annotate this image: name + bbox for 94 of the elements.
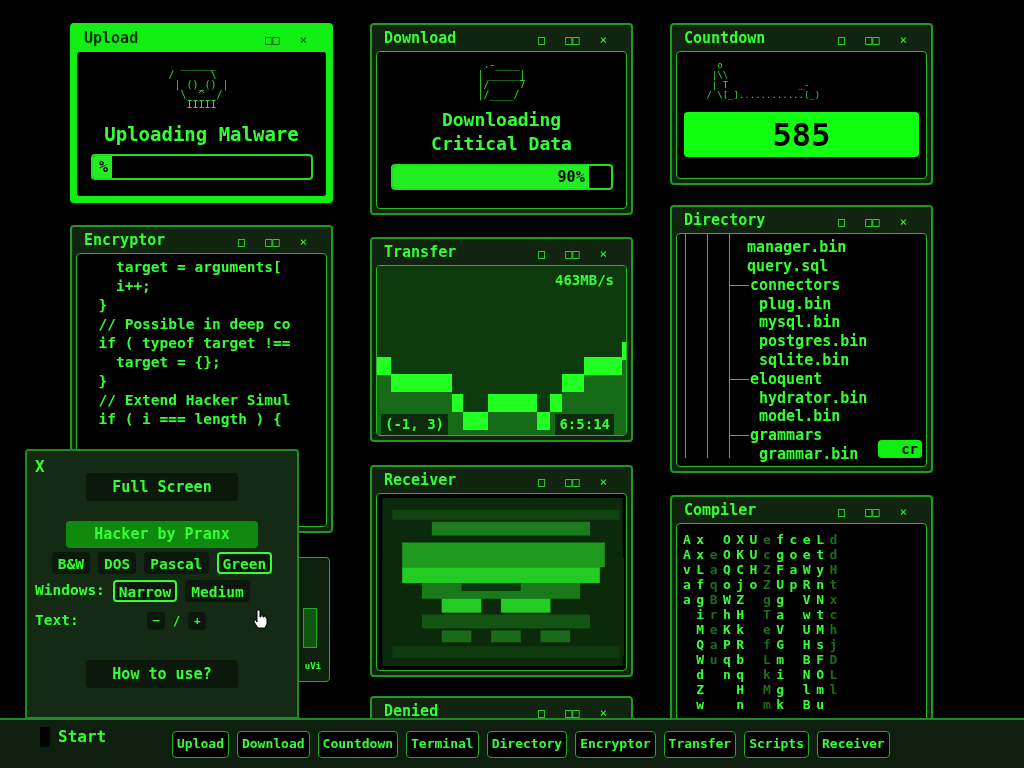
- ascii-art: .-____ | | |/‾‾‾‾‾7 |/____/: [476, 60, 527, 100]
- minimize-button[interactable]: □: [838, 506, 846, 518]
- taskbar-button[interactable]: Receiver: [817, 730, 890, 758]
- window-title: Denied: [384, 700, 439, 722]
- matrix-column: fgFUgaVGmigk: [776, 532, 784, 728]
- close-button[interactable]: ×: [599, 476, 607, 488]
- fragment-text: uVi: [304, 659, 321, 673]
- code-line: // Extend Hacker Simul: [97, 391, 292, 410]
- maximize-button[interactable]: □□: [565, 707, 580, 719]
- close-button[interactable]: X: [35, 455, 45, 479]
- taskbar-button[interactable]: Countdown: [317, 730, 399, 758]
- matrix-column: OOQoWhKPqn: [722, 532, 731, 728]
- taskbar-button[interactable]: Encryptor: [575, 730, 656, 758]
- window-size-option[interactable]: Narrow: [112, 580, 178, 602]
- minimize-button[interactable]: □: [238, 236, 246, 248]
- code-line: }: [97, 372, 109, 391]
- close-button[interactable]: ×: [299, 34, 307, 46]
- window-size-option[interactable]: Medium: [185, 580, 250, 602]
- countdown-number: 585: [684, 112, 919, 157]
- minimize-button[interactable]: □: [538, 707, 546, 719]
- status-message: Downloading Critical Data: [430, 108, 573, 156]
- theme-option[interactable]: Green: [216, 552, 273, 574]
- fullscreen-button[interactable]: Full Screen: [86, 473, 238, 501]
- code-line: // Possible in deep co: [97, 315, 292, 334]
- code-line: i++;: [114, 277, 152, 296]
- clock-text: 6:5:14: [555, 414, 614, 435]
- start-button[interactable]: Start: [58, 725, 107, 749]
- maximize-button[interactable]: □□: [265, 236, 280, 248]
- maximize-button[interactable]: □□: [565, 248, 580, 260]
- code-line: }: [97, 296, 109, 315]
- matrix-column: LtynNtMsFOmu: [816, 532, 824, 728]
- close-button[interactable]: ×: [299, 236, 307, 248]
- coordinates-text: (-1, 3): [381, 414, 448, 435]
- code-line: target = {};: [114, 353, 222, 372]
- maximize-button[interactable]: □□: [265, 34, 280, 46]
- ascii-art: ______ / \ | ()_() | \ ^ / IIIII: [168, 60, 230, 110]
- window-title: Upload: [84, 27, 139, 49]
- close-button[interactable]: ×: [899, 216, 907, 228]
- separator-text: /: [173, 612, 181, 630]
- close-button[interactable]: ×: [599, 707, 607, 719]
- window-title: Countdown: [684, 27, 766, 49]
- matrix-column: eaqBreau: [709, 532, 718, 728]
- matrix-column: eeWRVwUHBNlB: [802, 532, 811, 728]
- minimize-button[interactable]: □: [538, 34, 546, 46]
- matrix-column: ecZZgTefLkMm: [762, 532, 771, 728]
- maximize-button[interactable]: □□: [565, 476, 580, 488]
- matrix-column: ddHtxchjDLl: [829, 532, 838, 728]
- taskbar-button[interactable]: Download: [236, 730, 310, 758]
- maximize-button[interactable]: □□: [865, 216, 880, 228]
- window-title: Download: [384, 27, 457, 49]
- theme-option[interactable]: Pascal: [144, 552, 209, 574]
- help-button[interactable]: How to use?: [86, 659, 238, 688]
- progress-label: 90%: [557, 166, 585, 188]
- taskbar-button[interactable]: Transfer: [663, 730, 737, 758]
- matrix-column: XKCjZHkRbqHn: [736, 532, 745, 728]
- maximize-button[interactable]: □□: [865, 506, 880, 518]
- start-icon: [40, 727, 50, 747]
- theme-option[interactable]: B&W: [51, 552, 90, 574]
- minimize-button[interactable]: □: [838, 216, 846, 228]
- status-message: Uploading Malware: [104, 122, 299, 146]
- text-size-label: Text:: [35, 611, 80, 630]
- code-line: if ( typeof target !==: [97, 334, 292, 353]
- windows-label: Windows:: [35, 581, 105, 601]
- close-button[interactable]: ×: [899, 34, 907, 46]
- matrix-column: AAvaa: [683, 532, 691, 728]
- progress-label: %: [99, 156, 109, 178]
- taskbar-button[interactable]: Terminal: [406, 730, 479, 758]
- window-title: Transfer: [384, 241, 457, 263]
- close-button[interactable]: ×: [599, 248, 607, 260]
- ascii-art: o |\\ | T _- / \[_]............(_): [705, 60, 822, 102]
- text-size-button[interactable]: +: [188, 611, 207, 630]
- taskbar-button[interactable]: Scripts: [744, 730, 809, 758]
- matrix-column: xxLfgiMQWdZw: [696, 532, 705, 728]
- window-title: Directory: [684, 209, 766, 231]
- maximize-button[interactable]: □□: [865, 34, 880, 46]
- matrix-column: UUHo: [749, 532, 758, 728]
- text-size-button[interactable]: –: [147, 611, 165, 630]
- maximize-button[interactable]: □□: [565, 34, 580, 46]
- minimize-button[interactable]: □: [538, 476, 546, 488]
- code-line: target = arguments[: [114, 258, 283, 277]
- window-title: Compiler: [684, 499, 757, 521]
- meter-drawing: [303, 607, 317, 648]
- taskbar-button[interactable]: Upload: [172, 730, 229, 758]
- close-button[interactable]: ×: [899, 506, 907, 518]
- action-button[interactable]: cr: [878, 440, 922, 458]
- window-title: Receiver: [384, 469, 457, 491]
- minimize-button[interactable]: □: [838, 34, 846, 46]
- window-title: Encryptor: [84, 229, 166, 251]
- hand-cursor-icon: [253, 609, 269, 629]
- code-line: if ( i === length ) {: [97, 410, 283, 429]
- theme-option[interactable]: DOS: [97, 552, 137, 574]
- close-button[interactable]: ×: [599, 34, 607, 46]
- taskbar-button[interactable]: Directory: [486, 730, 568, 758]
- minimize-button[interactable]: □: [538, 248, 546, 260]
